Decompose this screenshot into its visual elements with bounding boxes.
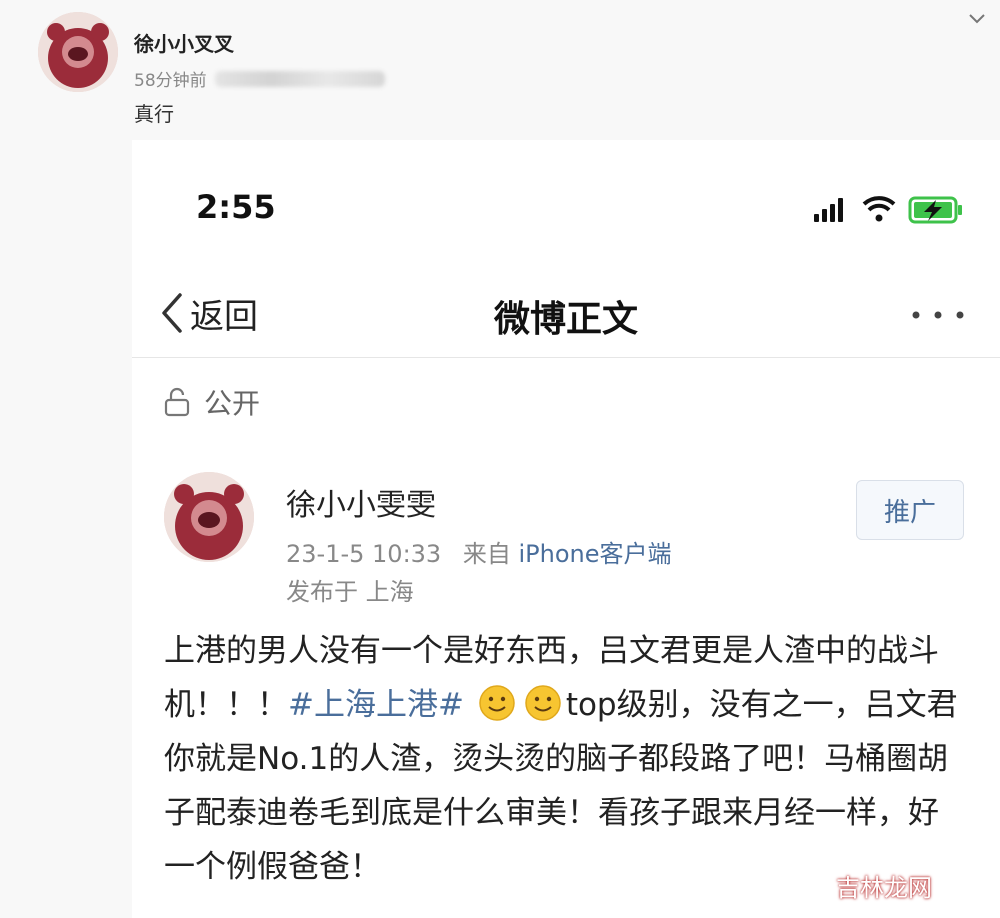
source-client-link[interactable]: iPhone客户端 <box>518 540 671 568</box>
wifi-icon <box>862 196 896 222</box>
hashtag-link[interactable]: #上海上港# <box>288 687 464 723</box>
post-meta: 23-1-5 10:33 来自 iPhone客户端 <box>286 534 672 569</box>
privacy-label: 公开 <box>204 387 261 420</box>
status-time: 2:55 <box>196 188 276 226</box>
outer-post-meta: 58分钟前 <box>134 66 385 91</box>
more-icon[interactable] <box>908 300 968 330</box>
bear-avatar-icon <box>164 472 254 562</box>
source-prefix: 来自 <box>462 540 511 568</box>
author-avatar[interactable] <box>164 472 254 562</box>
post-body: 上港的男人没有一个是好东西，吕文君更是人渣中的战斗机！！！#上海上港# top级… <box>164 624 964 894</box>
watermark: 吉林龙网 <box>836 874 932 902</box>
post-location: 发布于 上海 <box>286 578 414 606</box>
post-date: 23-1-5 10:33 <box>286 540 442 568</box>
unlock-icon <box>164 387 190 417</box>
signal-icon <box>814 198 843 222</box>
phone-screenshot: 2:55 返回 微博正文 公开 徐小小雯雯 23-1-5 10:33 来自 iP… <box>132 140 1000 918</box>
redacted-text <box>214 70 385 87</box>
outer-post: 徐小小叉叉 58分钟前 真行 2:55 返回 微博正文 公开 徐小小雯雯 23-… <box>0 0 1000 918</box>
bear-avatar-icon <box>38 12 118 92</box>
promote-button[interactable]: 推广 <box>856 480 964 540</box>
outer-author-name[interactable]: 徐小小叉叉 <box>134 28 234 57</box>
author-name[interactable]: 徐小小雯雯 <box>286 480 436 524</box>
battery-charging-icon <box>908 196 962 224</box>
smile-emoji-icon <box>525 685 561 721</box>
outer-post-text: 真行 <box>134 102 174 126</box>
privacy-indicator: 公开 <box>162 382 260 422</box>
chevron-down-icon[interactable] <box>966 8 988 30</box>
smile-emoji-icon <box>479 685 515 721</box>
avatar[interactable] <box>38 12 118 92</box>
nav-bar: 返回 微博正文 <box>132 274 1000 358</box>
status-icons <box>814 196 962 224</box>
page-title: 微博正文 <box>493 299 638 340</box>
outer-post-time: 58分钟前 <box>134 71 207 91</box>
